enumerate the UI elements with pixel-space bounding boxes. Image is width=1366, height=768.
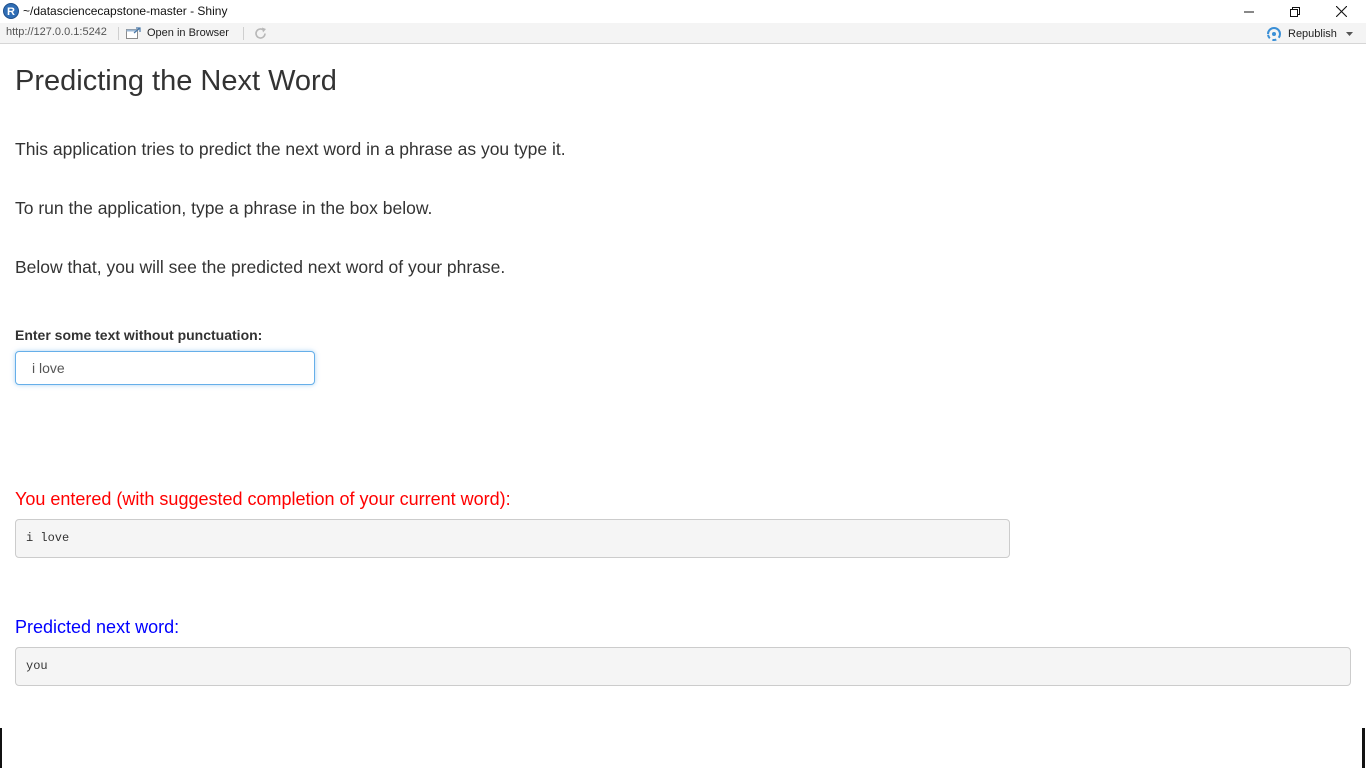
minimize-icon [1244,11,1254,12]
window-titlebar: R ~/datasciencecapstone-master - Shiny [0,0,1366,23]
toolbar-divider [243,27,244,40]
instructions-paragraph: To run the application, type a phrase in… [15,198,433,218]
output-description-paragraph: Below that, you will see the predicted n… [15,257,506,277]
r-logo-icon: R [3,3,19,19]
refresh-icon[interactable] [253,26,268,41]
republish-label: Republish [1288,27,1337,40]
restore-button[interactable] [1272,0,1318,23]
text-input-label: Enter some text without punctuation: [15,327,263,343]
window-edge-left [0,728,2,768]
minimize-button[interactable] [1226,0,1272,23]
predicted-word-output: you [15,647,1351,686]
open-in-browser-icon [126,26,141,40]
restore-icon [1290,6,1300,17]
open-in-browser-button[interactable]: Open in Browser [126,25,229,41]
publish-icon [1266,26,1282,41]
close-button[interactable] [1318,0,1364,23]
close-icon [1335,6,1347,17]
window-title: ~/datasciencecapstone-master - Shiny [23,4,228,18]
toolbar-divider [118,27,119,40]
url-label: http://127.0.0.1:5242 [6,26,107,38]
predicted-heading: Predicted next word: [15,617,180,637]
open-in-browser-label: Open in Browser [147,27,229,39]
phrase-input[interactable] [15,351,315,385]
viewer-toolbar: http://127.0.0.1:5242 Open in Browser Re… [0,23,1366,44]
republish-button[interactable]: Republish [1266,25,1353,42]
entered-text-output: i love [15,519,1010,558]
intro-paragraph: This application tries to predict the ne… [15,139,566,159]
page-title: Predicting the Next Word [15,65,337,97]
entered-heading: You entered (with suggested completion o… [15,489,511,509]
window-edge-right [1362,728,1365,768]
chevron-down-icon[interactable] [1345,31,1353,36]
